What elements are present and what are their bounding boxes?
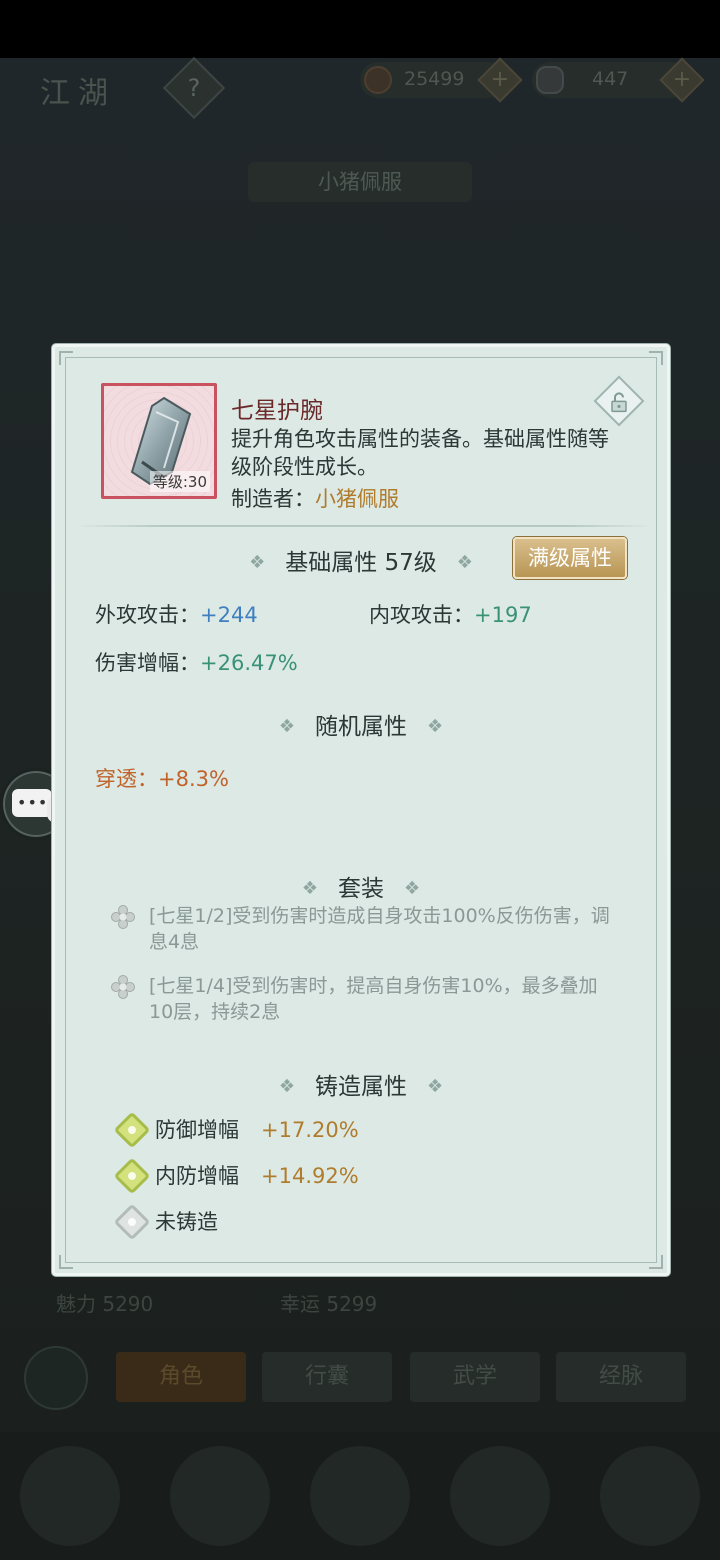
- diamond-ornament-icon: ❖: [427, 1076, 444, 1097]
- stat-label: 穿透：: [95, 767, 158, 791]
- forge-attributes-title: ❖ 铸造属性 ❖: [55, 1067, 667, 1101]
- stat-value: +197: [474, 603, 532, 627]
- stat-value: +26.47%: [200, 651, 298, 675]
- flower-icon: [111, 975, 135, 999]
- scene-title: 江湖: [40, 76, 116, 111]
- stat-label: 内攻攻击：: [369, 603, 474, 627]
- currency-silver: 447 +: [532, 57, 705, 103]
- stat-label: 外攻攻击：: [95, 603, 200, 627]
- status-bar: [0, 0, 720, 58]
- item-detail-panel: 等级:30 七星护腕 提升角色攻击属性的装备。基础属性随等级阶段性成长。 制造者…: [52, 344, 670, 1276]
- stat-value: +244: [200, 603, 258, 627]
- item-description: 提升角色攻击属性的装备。基础属性随等级阶段性成长。: [231, 427, 609, 479]
- forge-label: 防御增幅: [155, 1118, 239, 1142]
- stat-label: 伤害增幅：: [95, 651, 200, 675]
- tab-martial-arts[interactable]: 武学: [410, 1352, 540, 1402]
- tab-bag[interactable]: 行囊: [262, 1352, 392, 1402]
- maker-prefix: 制造者：: [231, 487, 315, 511]
- help-icon: ?: [187, 74, 201, 102]
- set-bonus-text: [七星1/2]受到伤害时造成自身攻击100%反伤伤害，调息4息: [149, 905, 610, 953]
- unlock-icon: [611, 392, 627, 413]
- luck-value: 5299: [326, 1292, 378, 1316]
- luck-stat: 幸运 5299: [280, 1288, 377, 1317]
- base-attributes-level: 57级: [384, 550, 437, 576]
- base-attributes-label: 基础属性: [285, 550, 378, 576]
- forge-gem-icon: [113, 1157, 151, 1195]
- forge-attributes-label: 铸造属性: [315, 1074, 407, 1100]
- random-attributes-title: ❖ 随机属性 ❖: [55, 707, 667, 741]
- maker-name: 小猪佩服: [315, 487, 399, 511]
- corner-ornament: [649, 351, 663, 365]
- header-divider: [75, 525, 653, 527]
- diamond-ornament-icon: ❖: [301, 878, 318, 899]
- diamond-ornament-icon: ❖: [456, 552, 473, 573]
- forge-value: +14.92%: [261, 1164, 359, 1188]
- stat-value: +8.3%: [158, 767, 229, 791]
- charm-label: 魅力: [56, 1292, 96, 1316]
- item-name: 七星护腕: [231, 398, 323, 424]
- item-level-label: 等级:30: [149, 471, 210, 492]
- random-attributes-label: 随机属性: [315, 714, 407, 740]
- copper-coin-icon: [364, 66, 392, 94]
- diamond-ornament-icon: ❖: [427, 716, 444, 737]
- copper-amount: 25499: [404, 68, 465, 90]
- chat-dots-icon: •••: [17, 793, 49, 812]
- plus-icon: +: [672, 67, 692, 92]
- set-bonus-entry: [七星1/2]受到伤害时造成自身攻击100%反伤伤害，调息4息: [111, 903, 631, 959]
- back-button[interactable]: [24, 1346, 88, 1410]
- diamond-ornament-icon: ❖: [278, 1076, 295, 1097]
- diamond-ornament-icon: ❖: [249, 552, 266, 573]
- internal-attack-stat: 内攻攻击：+197: [369, 599, 532, 629]
- dock-item-3[interactable]: [310, 1446, 410, 1546]
- item-maker: 制造者：小猪佩服: [231, 483, 399, 513]
- corner-ornament: [59, 351, 73, 365]
- item-icon-frame: 等级:30: [101, 383, 217, 499]
- forge-label: 内防增幅: [155, 1164, 239, 1188]
- tab-character[interactable]: 角色: [116, 1352, 246, 1402]
- dock-item-2[interactable]: [170, 1446, 270, 1546]
- lock-button[interactable]: [593, 375, 645, 427]
- dock-item-5[interactable]: [600, 1446, 700, 1546]
- tab-meridians[interactable]: 经脉: [556, 1352, 686, 1402]
- charm-stat: 魅力 5290: [56, 1288, 153, 1317]
- diamond-ornament-icon: ❖: [278, 716, 295, 737]
- silver-ingot-icon: [536, 66, 564, 94]
- diamond-ornament-icon: ❖: [404, 878, 421, 899]
- forge-label: 未铸造: [155, 1210, 218, 1234]
- set-bonus-label: 套装: [338, 876, 384, 902]
- dock-item-4[interactable]: [450, 1446, 550, 1546]
- forge-value: +17.20%: [261, 1118, 359, 1142]
- set-bonus-text: [七星1/4]受到伤害时，提高自身伤害10%，最多叠加10层，持续2息: [149, 975, 598, 1023]
- set-bonus-title: ❖ 套装 ❖: [55, 869, 667, 903]
- forge-empty-gem-icon: [113, 1203, 151, 1241]
- corner-ornament: [649, 1255, 663, 1269]
- charm-value: 5290: [102, 1292, 154, 1316]
- external-attack-stat: 外攻攻击：+244: [95, 599, 258, 629]
- damage-boost-stat: 伤害增幅：+26.47%: [95, 647, 298, 677]
- full-level-attributes-button[interactable]: 满级属性: [513, 537, 627, 579]
- player-name-tag: 小猪佩服: [248, 162, 472, 202]
- silver-amount: 447: [592, 68, 629, 90]
- luck-label: 幸运: [280, 1292, 320, 1316]
- plus-icon: +: [490, 67, 510, 92]
- dock-item-jianghu[interactable]: [20, 1446, 120, 1546]
- forge-gem-icon: [113, 1111, 151, 1149]
- corner-ornament: [59, 1255, 73, 1269]
- flower-icon: [111, 905, 135, 929]
- currency-copper: 25499 +: [360, 57, 523, 103]
- set-bonus-entry: [七星1/4]受到伤害时，提高自身伤害10%，最多叠加10层，持续2息: [111, 973, 631, 1029]
- penetration-stat: 穿透：+8.3%: [95, 763, 229, 793]
